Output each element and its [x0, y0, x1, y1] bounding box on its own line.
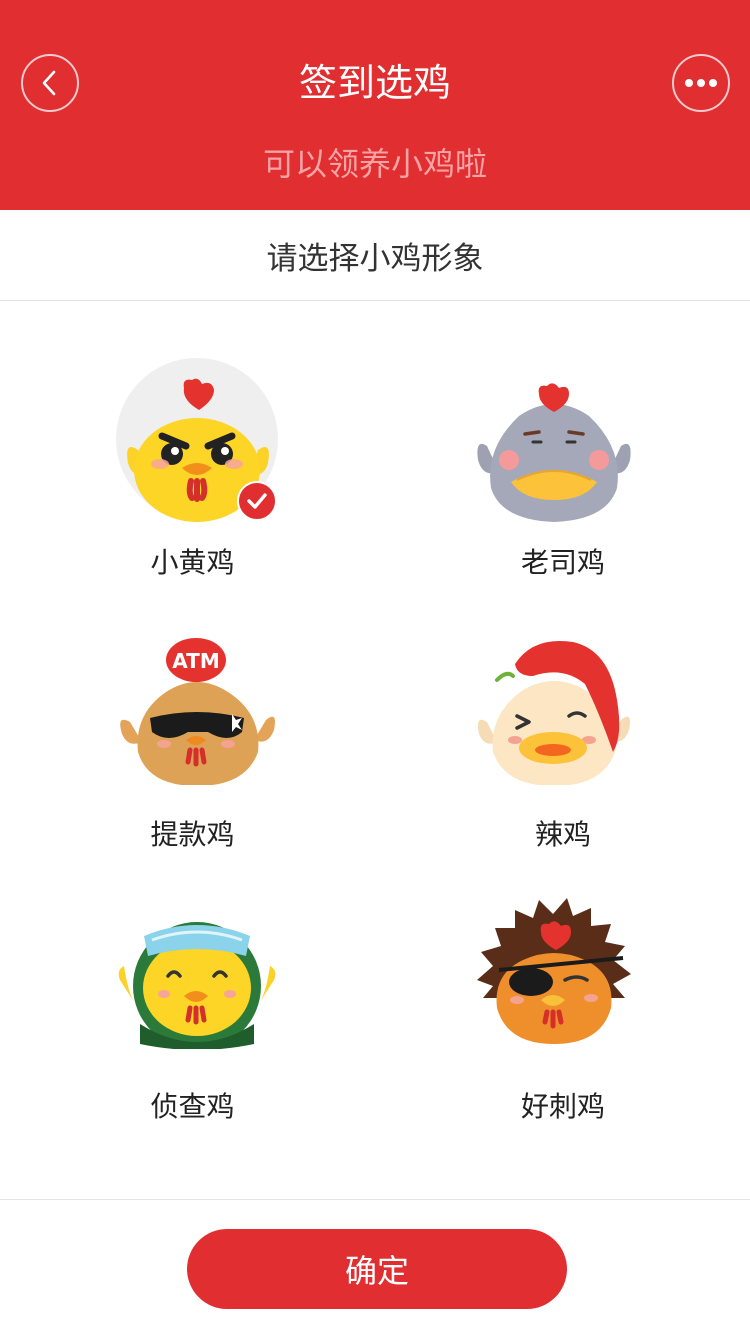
spiky-chicken-icon: [477, 898, 631, 1044]
atm-hat-text: ATM: [172, 649, 219, 673]
chicken-option-yellow[interactable]: 小黄鸡: [0, 301, 375, 579]
chicken-option-spiky[interactable]: 好刺鸡: [375, 845, 750, 1123]
header-bar: 签到选鸡 可以领养小鸡啦: [0, 0, 750, 210]
selected-check-badge: [237, 481, 277, 521]
chicken-option-driver[interactable]: 老司鸡: [375, 301, 750, 579]
confirm-button[interactable]: 确定: [187, 1229, 567, 1309]
chicken-avatar-wrap: ATM: [116, 630, 278, 795]
chicken-avatar-wrap: [473, 358, 635, 523]
chicken-name: 好刺鸡: [520, 1090, 605, 1123]
chicken-option-spicy[interactable]: 辣鸡: [375, 573, 750, 851]
section-title: 请选择小鸡形象: [0, 210, 750, 301]
footer-bar: 确定: [0, 1199, 750, 1335]
chicken-name: 侦查鸡: [150, 1090, 235, 1123]
more-button[interactable]: [672, 54, 730, 112]
spicy-chicken-icon: [478, 640, 630, 785]
chicken-avatar-wrap: [116, 902, 278, 1067]
gray-chicken-icon: [477, 383, 631, 522]
chicken-avatar-wrap: [473, 898, 635, 1067]
scout-chicken-icon: [118, 922, 276, 1049]
chicken-avatar-wrap: [473, 630, 635, 795]
chicken-grid: 小黄鸡 老司鸡 ATM 提款鸡 辣鸡 侦查鸡 好刺鸡: [0, 301, 750, 1199]
atm-chicken-icon: ATM: [120, 638, 275, 785]
chicken-avatar-wrap: [116, 358, 278, 523]
check-icon: [247, 493, 267, 509]
page-subtitle: 可以领养小鸡啦: [262, 145, 487, 183]
chicken-option-scout[interactable]: 侦查鸡: [0, 845, 375, 1123]
more-dots-icon: [685, 79, 717, 87]
page-title: 签到选鸡: [298, 61, 451, 105]
chicken-option-atm[interactable]: ATM 提款鸡: [0, 573, 375, 851]
